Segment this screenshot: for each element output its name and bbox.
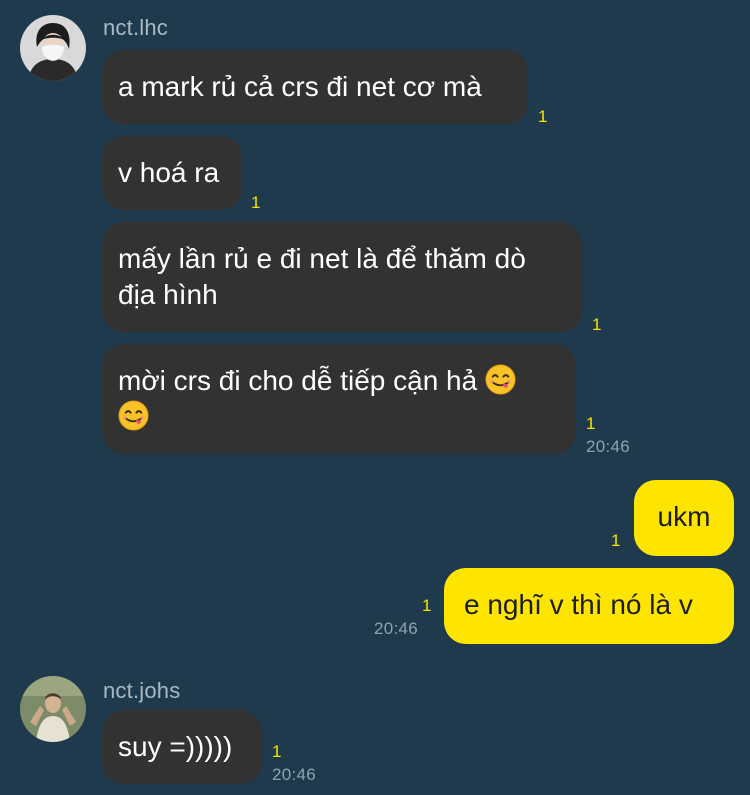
message-timestamp: 20:46 (586, 437, 631, 456)
unread-count: 1 (251, 193, 261, 212)
sender-name: nct.lhc (103, 15, 168, 40)
unread-count: 1 (272, 742, 282, 761)
message-timestamp: 20:46 (272, 765, 317, 784)
unread-count: 1 (611, 531, 621, 550)
profile-photo-person-on-green-icon (20, 676, 86, 742)
unread-count: 1 (592, 315, 602, 334)
message-timestamp: 20:46 (374, 619, 419, 638)
avatar-nct-johs[interactable] (20, 676, 86, 742)
message-bubble[interactable]: mấy lần rủ e đi net là để thăm dò địa hì… (102, 222, 582, 332)
message-bubble[interactable]: ukm (634, 480, 734, 556)
message-bubble[interactable]: e nghĩ v thì nó là v (444, 568, 734, 644)
smiling-face-savoring-food-icon (118, 400, 149, 431)
smiling-face-savoring-food-icon (485, 364, 516, 395)
message-text: suy =))))) (118, 731, 233, 762)
message-bubble[interactable]: a mark rủ cả crs đi net cơ mà (102, 50, 528, 124)
message-text: mấy lần rủ e đi net là để thăm dò địa hì… (118, 243, 526, 310)
message-bubble[interactable]: v hoá ra (102, 136, 242, 210)
message-text: e nghĩ v thì nó là v (464, 589, 693, 620)
message-text: ukm (657, 501, 711, 532)
unread-count: 1 (538, 107, 548, 126)
avatar-nct-lhc[interactable] (20, 15, 86, 81)
sender-name: nct.johs (103, 678, 181, 703)
message-text: a mark rủ cả crs đi net cơ mà (118, 71, 482, 102)
profile-photo-masked-person-icon (20, 15, 86, 81)
unread-count: 1 (422, 596, 432, 615)
unread-count: 1 (586, 414, 596, 433)
message-bubble[interactable]: mời crs đi cho dễ tiếp cận hả (102, 344, 576, 454)
message-text: mời crs đi cho dễ tiếp cận hả (118, 365, 478, 396)
message-text: v hoá ra (118, 157, 220, 188)
message-bubble[interactable]: suy =))))) (102, 710, 262, 784)
